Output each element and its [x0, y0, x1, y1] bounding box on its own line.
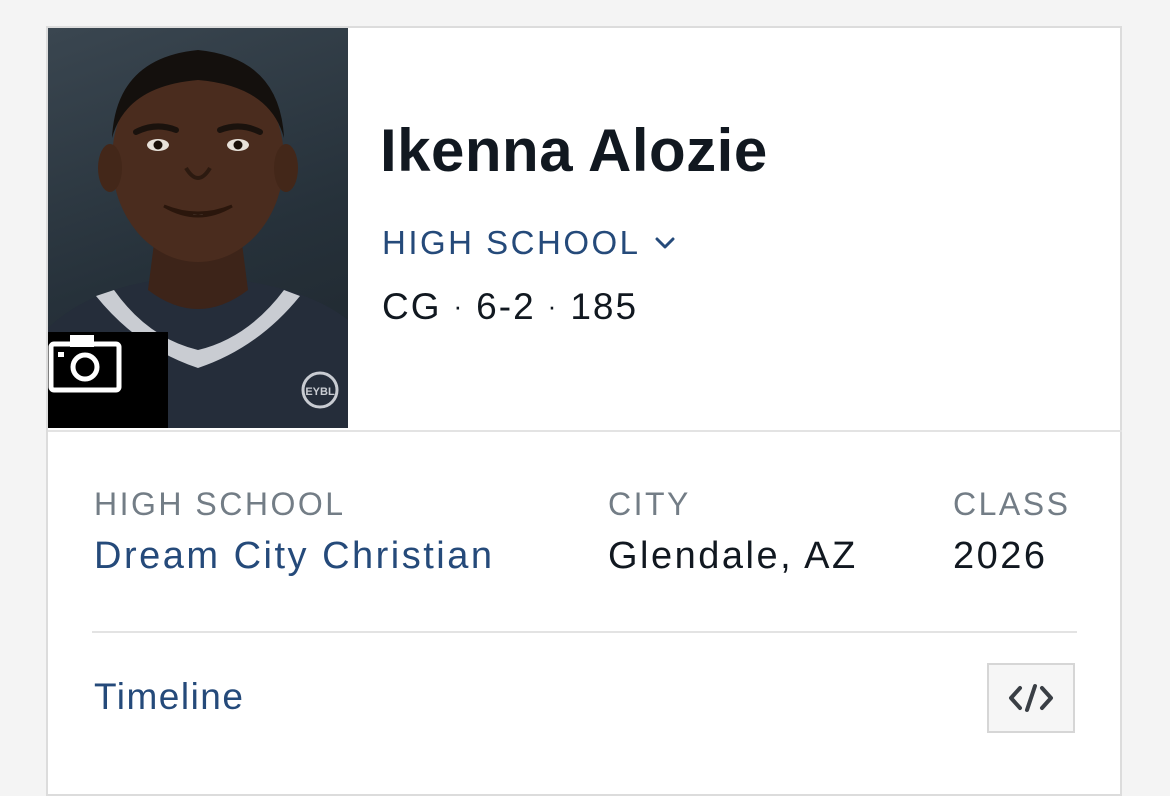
separator-dot: · — [547, 291, 559, 321]
player-name: Ikenna Alozie — [380, 117, 768, 184]
player-height: 6-2 — [476, 286, 536, 327]
city-label: CITY — [608, 486, 691, 522]
high-school-link[interactable]: Dream City Christian — [94, 535, 495, 578]
chevron-down-icon — [655, 237, 675, 249]
high-school-label: HIGH SCHOOL — [94, 486, 346, 522]
camera-button[interactable] — [48, 332, 168, 428]
city-info: CITY Glendale, AZ — [608, 486, 858, 578]
camera-icon — [48, 335, 122, 393]
embed-button[interactable] — [987, 663, 1075, 733]
player-weight: 185 — [570, 286, 639, 327]
player-header: EYBL Ikenna Alozie HIGH SCHOOL CG · 6-2 · 18… — [48, 28, 1122, 432]
timeline-link[interactable]: Timeline — [94, 676, 244, 718]
code-embed-icon — [1009, 684, 1053, 712]
player-position: CG — [382, 286, 442, 327]
city-value: Glendale, AZ — [608, 535, 858, 577]
section-divider — [92, 631, 1077, 633]
class-info: CLASS 2026 — [953, 486, 1070, 578]
player-measurements: CG · 6-2 · 185 — [382, 286, 638, 328]
high-school-info: HIGH SCHOOL Dream City Christian — [94, 486, 495, 578]
class-label: CLASS — [953, 486, 1071, 522]
player-photo: EYBL — [48, 28, 348, 428]
level-dropdown[interactable]: HIGH SCHOOL — [382, 224, 675, 262]
class-value: 2026 — [953, 535, 1048, 577]
eybl-logo: EYBL — [305, 386, 335, 398]
separator-dot: · — [453, 291, 465, 321]
level-dropdown-label: HIGH SCHOOL — [382, 224, 641, 261]
